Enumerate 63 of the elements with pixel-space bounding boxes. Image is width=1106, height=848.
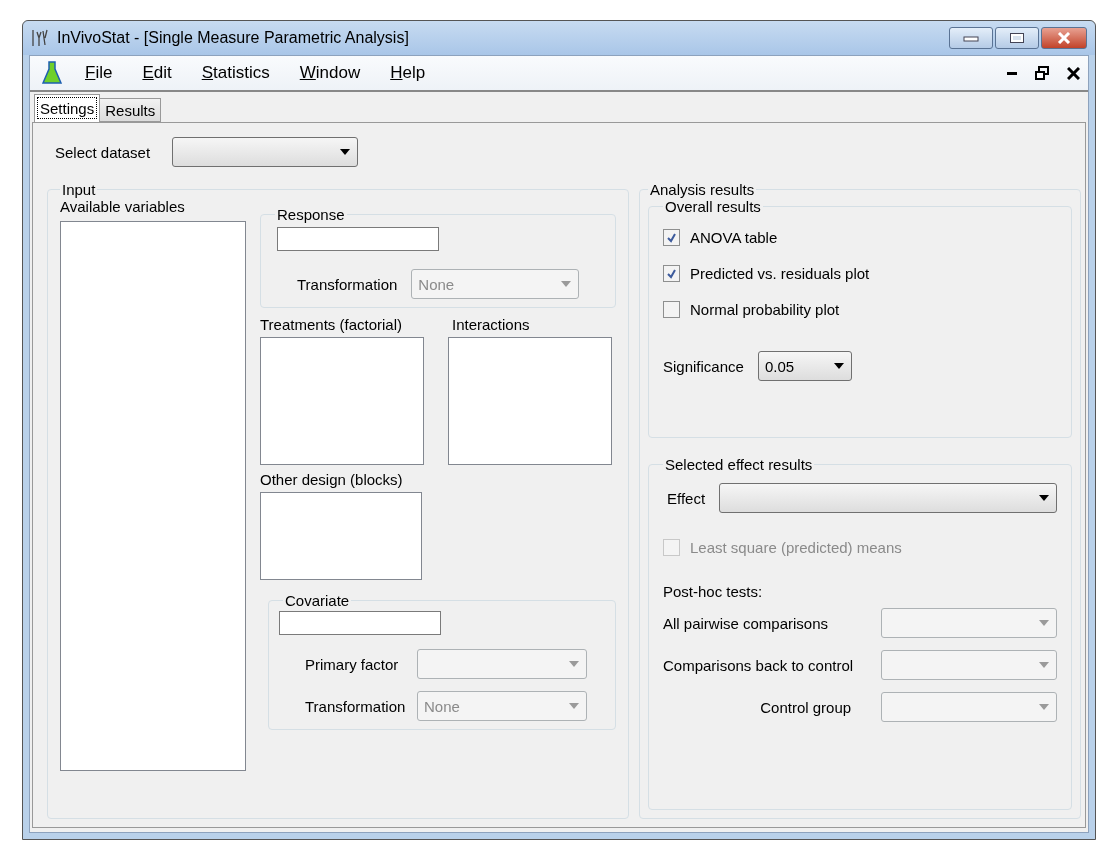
- tab[interactable]: Settings: [34, 94, 101, 122]
- minimize-icon[interactable]: [1007, 71, 1017, 75]
- dropdown-arrow-icon: [832, 362, 845, 370]
- menu-item[interactable]: Help: [375, 63, 441, 83]
- transformation-label: Transformation: [305, 697, 407, 715]
- select-dataset-label: Select dataset: [55, 143, 151, 161]
- response-field[interactable]: [277, 227, 439, 251]
- test-label: Comparisons back to control: [663, 656, 854, 674]
- dropdown-arrow-icon: [568, 660, 580, 668]
- menu-item[interactable]: Statistics: [186, 63, 285, 83]
- dataset-dropdown[interactable]: [172, 137, 359, 167]
- dropdown-arrow-icon: [339, 148, 352, 156]
- treatments-label: Treatments (factorial): [260, 316, 403, 333]
- effect-dropdown[interactable]: [719, 483, 1058, 513]
- tab[interactable]: Results: [99, 98, 162, 122]
- restore-icon[interactable]: [1035, 66, 1049, 80]
- minimize-icon: [963, 34, 979, 42]
- group-title: Selected effect results: [664, 456, 814, 473]
- interactions-label: Interactions: [451, 316, 531, 333]
- covariate-field[interactable]: [279, 611, 441, 635]
- close-icon[interactable]: [1067, 66, 1080, 80]
- test-label: All pairwise comparisons: [663, 614, 829, 632]
- checkbox[interactable]: [663, 228, 680, 246]
- window-title: InVivoStat - [Single Measure Parametric Analysis]: [57, 29, 410, 47]
- dropdown-arrow-icon: [1038, 661, 1051, 669]
- available-variables-label: Available variables: [60, 198, 186, 215]
- menu-item[interactable]: Window: [284, 63, 376, 83]
- dropdown-arrow-icon: [1038, 619, 1051, 627]
- group-title: Analysis results: [649, 181, 756, 198]
- menu-item[interactable]: File: [70, 63, 128, 83]
- post-hoc-tests-label: Post-hoc tests:: [663, 583, 764, 600]
- primary-factor-label: Primary factor: [305, 655, 400, 673]
- treatments-list[interactable]: [260, 337, 424, 465]
- effect-label: Effect: [667, 489, 706, 507]
- dropdown-arrow-icon: [568, 702, 580, 710]
- test-label: Control group: [760, 698, 852, 716]
- checkbox[interactable]: [663, 300, 680, 318]
- app-logo-icon: [31, 28, 51, 48]
- maximize-icon: [1009, 32, 1025, 44]
- flask-icon: [42, 60, 62, 86]
- significance-label: Significance: [663, 357, 744, 375]
- other-design-label: Other design (blocks): [260, 471, 404, 488]
- group-title: Input: [61, 181, 97, 198]
- checkbox-label: Least square (predicted) means: [690, 538, 902, 556]
- significance-dropdown[interactable]: 0.05: [757, 351, 852, 381]
- close-icon: [1056, 32, 1072, 44]
- menu-item[interactable]: Edit: [127, 63, 187, 83]
- close-button[interactable]: [1041, 27, 1087, 49]
- group-title: Response: [276, 206, 346, 223]
- maximize-button[interactable]: [995, 27, 1039, 49]
- checkbox-label: ANOVA table: [690, 228, 778, 246]
- group-title: Covariate: [284, 592, 351, 609]
- dropdown-arrow-icon: [560, 280, 573, 288]
- checkbox-label: Predicted vs. residuals plot: [690, 264, 870, 282]
- interactions-list[interactable]: [448, 337, 612, 465]
- group-title: Overall results: [664, 198, 762, 215]
- checkbox[interactable]: [663, 264, 680, 282]
- dropdown-arrow-icon: [1038, 494, 1051, 502]
- minimize-button[interactable]: [949, 27, 993, 49]
- transformation-label: Transformation: [297, 275, 398, 293]
- dropdown-arrow-icon: [1038, 703, 1051, 711]
- checkbox-label: Normal probability plot: [690, 300, 840, 318]
- other-design-list[interactable]: [260, 492, 422, 580]
